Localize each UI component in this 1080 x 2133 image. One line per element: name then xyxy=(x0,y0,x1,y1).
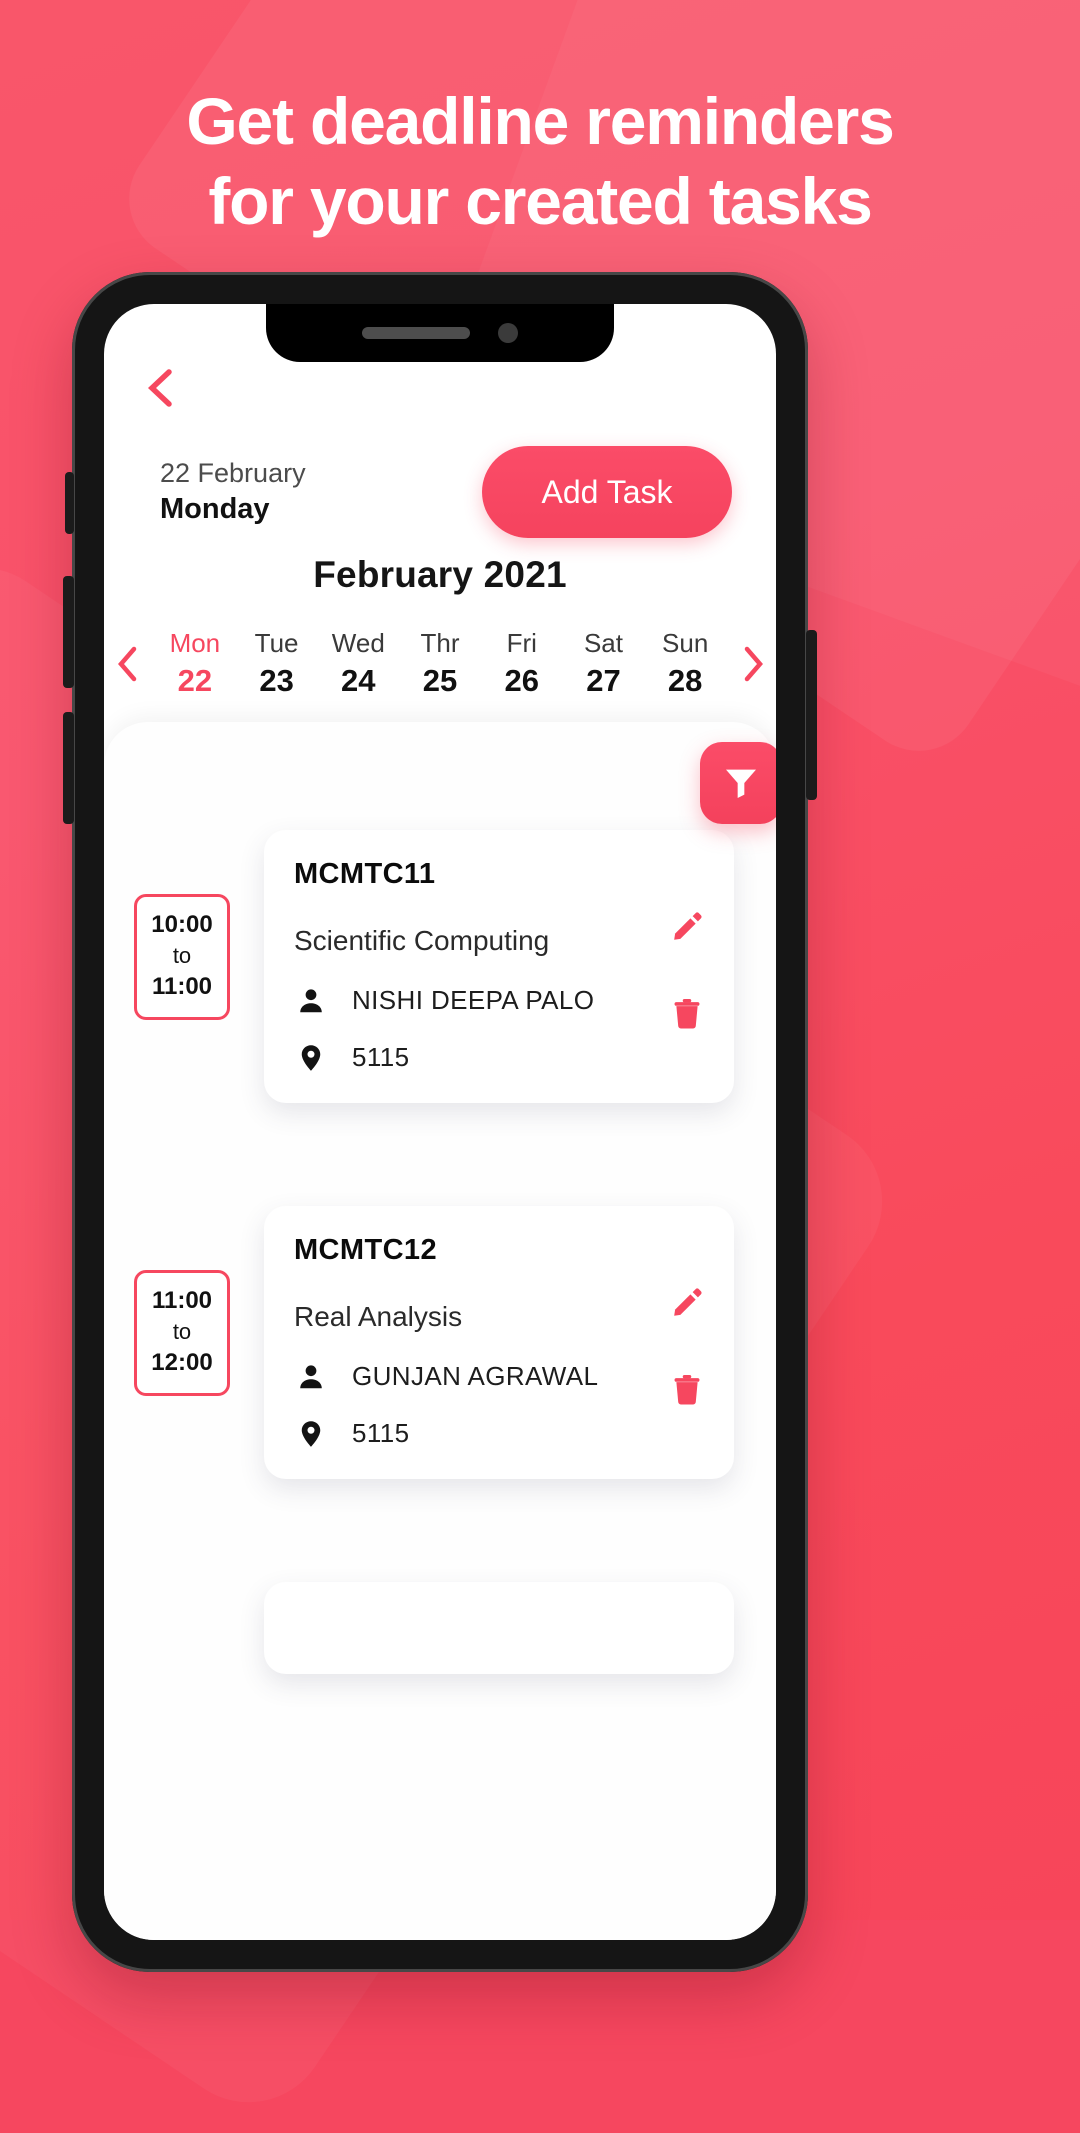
task-card[interactable]: MCMTC12 Real Analysis GUNJAN AGRAWAL 511… xyxy=(264,1206,734,1479)
current-date-block: 22 February Monday xyxy=(148,457,306,527)
week-day-label: Mon xyxy=(169,627,221,658)
task-time-badge: 11:00 to 12:00 xyxy=(134,1270,230,1397)
chevron-left-icon xyxy=(118,646,137,682)
front-camera-icon xyxy=(498,323,518,343)
week-day-number: 22 xyxy=(177,662,213,698)
week-day-number: 24 xyxy=(341,662,376,698)
location-pin-icon xyxy=(294,1043,328,1073)
location-pin-icon xyxy=(294,1419,328,1449)
phone-screen: 22 February Monday Add Task February 202… xyxy=(104,304,776,1940)
task-location-row: 5115 xyxy=(294,1042,704,1073)
task-end-time: 12:00 xyxy=(151,1349,213,1377)
week-day-label: Wed xyxy=(331,627,385,658)
task-person-name: NISHI DEEPA PALO xyxy=(352,985,595,1015)
week-day-1[interactable]: Tue 23 xyxy=(236,627,318,701)
task-row xyxy=(104,1576,776,1916)
task-person-name: GUNJAN AGRAWAL xyxy=(352,1361,599,1391)
week-day-label: Sun xyxy=(662,627,709,658)
add-task-label: Add Task xyxy=(541,473,673,510)
app-header-row: 22 February Monday Add Task xyxy=(148,444,732,540)
headline-line-1: Get deadline reminders xyxy=(186,84,894,158)
task-row: 10:00 to 11:00 MCMTC11 Scientific Comput… xyxy=(104,824,776,1164)
task-card[interactable] xyxy=(264,1582,734,1674)
phone-power-button[interactable] xyxy=(806,630,817,800)
trash-icon xyxy=(674,1374,700,1405)
task-subject: Scientific Computing xyxy=(294,925,550,956)
week-day-label: Tue xyxy=(254,627,299,658)
week-day-3[interactable]: Thr 25 xyxy=(399,627,481,701)
chevron-right-icon xyxy=(744,646,763,682)
person-icon xyxy=(294,986,328,1016)
week-day-number: 28 xyxy=(667,662,703,698)
week-day-0[interactable]: Mon 22 xyxy=(154,627,236,701)
trash-icon xyxy=(674,998,700,1029)
task-subject: Real Analysis xyxy=(294,1301,463,1332)
task-person-row: GUNJAN AGRAWAL xyxy=(294,1361,704,1392)
phone-notch xyxy=(266,304,614,362)
delete-task-button[interactable] xyxy=(666,1369,708,1411)
task-room: 5115 xyxy=(352,1042,410,1072)
filter-icon xyxy=(726,769,756,798)
task-row: 11:00 to 12:00 MCMTC12 Real Analysis GUN… xyxy=(104,1200,776,1540)
add-task-button[interactable]: Add Task xyxy=(482,446,732,538)
week-day-6[interactable]: Sun 28 xyxy=(644,627,726,701)
week-days-list: Mon 22 Tue 23 Wed 24 Thr 25 Fri 26 Sat 2… xyxy=(150,627,730,701)
task-person-row: NISHI DEEPA PALO xyxy=(294,985,704,1016)
phone-volume-down-button[interactable] xyxy=(63,712,74,824)
back-button[interactable] xyxy=(138,366,182,410)
week-next-button[interactable] xyxy=(730,644,776,684)
chevron-left-icon xyxy=(147,369,172,407)
week-day-2[interactable]: Wed 24 xyxy=(317,627,399,701)
delete-task-button[interactable] xyxy=(666,993,708,1035)
week-day-4[interactable]: Fri 26 xyxy=(481,627,563,701)
week-day-number: 26 xyxy=(504,662,539,698)
task-start-time: 10:00 xyxy=(151,911,213,938)
task-time-separator: to xyxy=(172,1319,192,1345)
task-code: MCMTC11 xyxy=(294,858,436,890)
edit-task-button[interactable] xyxy=(666,904,710,948)
week-day-number: 25 xyxy=(422,662,458,698)
edit-task-button[interactable] xyxy=(666,1280,710,1324)
task-end-time: 11:00 xyxy=(151,973,213,1001)
task-location-row: 5115 xyxy=(294,1418,704,1449)
phone-silent-switch[interactable] xyxy=(65,472,74,534)
phone-volume-up-button[interactable] xyxy=(63,576,74,688)
week-day-number: 23 xyxy=(259,662,294,698)
week-prev-button[interactable] xyxy=(104,644,150,684)
pencil-icon xyxy=(674,912,702,940)
pencil-icon xyxy=(674,1288,702,1316)
date-day-month: 22 February xyxy=(160,458,306,488)
week-strip: Mon 22 Tue 23 Wed 24 Thr 25 Fri 26 Sat 2… xyxy=(104,622,776,706)
date-weekday: Monday xyxy=(160,492,270,525)
week-day-5[interactable]: Sat 27 xyxy=(563,627,645,701)
filter-button[interactable] xyxy=(700,742,776,824)
task-room: 5115 xyxy=(352,1418,410,1448)
week-day-label: Sat xyxy=(583,627,623,658)
speaker-grille-icon xyxy=(362,327,470,339)
task-start-time: 11:00 xyxy=(151,1287,213,1314)
month-title: February 2021 xyxy=(313,554,567,595)
promo-headline: Get deadline reminders for your created … xyxy=(0,88,1080,234)
week-day-label: Thr xyxy=(420,627,460,658)
phone-mockup: 22 February Monday Add Task February 202… xyxy=(63,272,817,1972)
week-day-label: Fri xyxy=(506,627,537,658)
headline-line-2: for your created tasks xyxy=(208,164,872,238)
task-time-separator: to xyxy=(172,943,192,969)
person-icon xyxy=(294,1362,328,1392)
week-day-number: 27 xyxy=(586,662,621,698)
task-code: MCMTC12 xyxy=(294,1234,437,1266)
task-card[interactable]: MCMTC11 Scientific Computing NISHI DEEPA… xyxy=(264,830,734,1103)
task-time-badge: 10:00 to 11:00 xyxy=(134,894,230,1021)
